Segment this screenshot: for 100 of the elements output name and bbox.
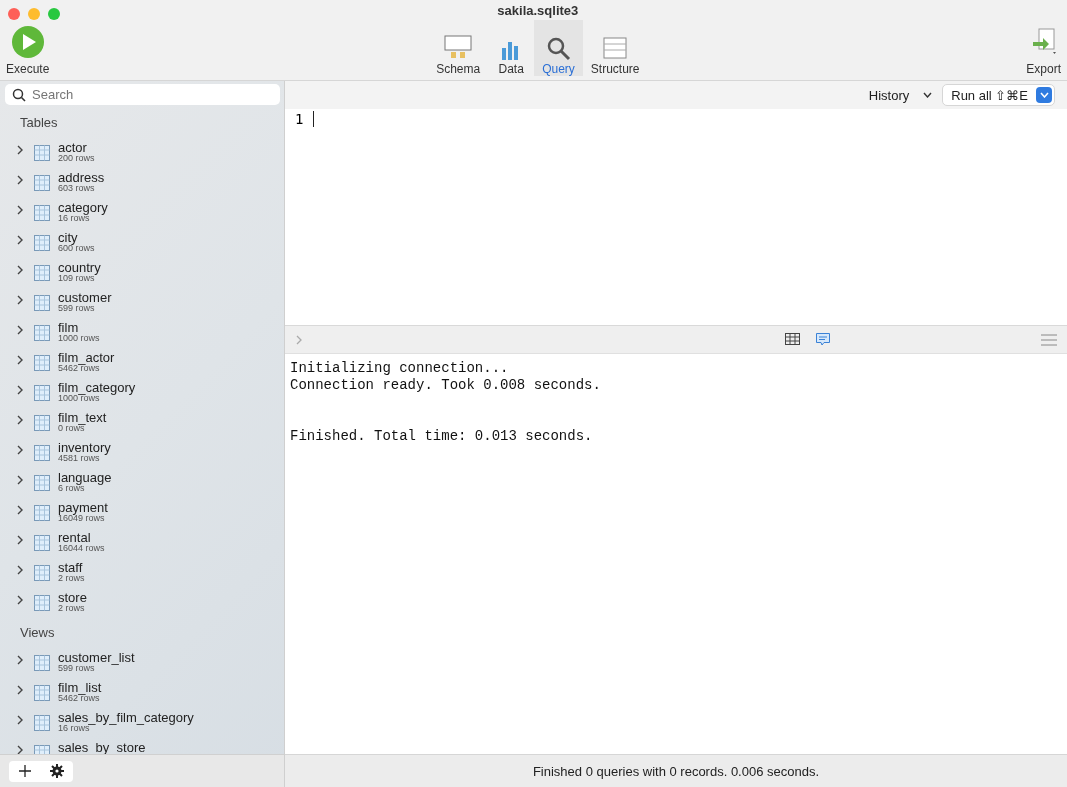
table-name[interactable]: customer bbox=[58, 291, 112, 304]
chevron-icon[interactable] bbox=[16, 595, 24, 605]
row-count: 2 rows bbox=[58, 604, 86, 613]
status-text: Finished 0 queries with 0 records. 0.006 seconds. bbox=[532, 763, 820, 779]
row-count: 599 rows bbox=[58, 304, 96, 313]
chevron-icon[interactable] bbox=[16, 235, 24, 245]
grid-view-button[interactable] bbox=[784, 333, 800, 346]
table-icon bbox=[34, 295, 50, 311]
search-icon bbox=[12, 88, 26, 102]
table-name[interactable]: staff bbox=[58, 561, 85, 574]
chevron-icon[interactable] bbox=[16, 145, 24, 155]
output-log: Initializing connection... Connection ready. Took 0.008 seconds. Finished. Total time: 0.013 seconds. bbox=[290, 360, 601, 445]
table-name[interactable]: store bbox=[58, 591, 87, 604]
chevron-icon[interactable] bbox=[16, 325, 24, 335]
table-icon bbox=[34, 355, 50, 371]
chevron-icon[interactable] bbox=[16, 355, 24, 365]
table-icon bbox=[34, 565, 50, 581]
table-name[interactable]: address bbox=[58, 171, 105, 184]
table-name[interactable]: rental bbox=[58, 531, 105, 544]
chevron-icon[interactable] bbox=[16, 655, 24, 665]
chevron-down-icon[interactable] bbox=[1036, 87, 1052, 103]
row-count: 6 rows bbox=[58, 484, 85, 493]
history-dropdown[interactable]: History bbox=[868, 87, 933, 103]
section-heading: Views bbox=[19, 624, 56, 642]
row-count: 109 rows bbox=[58, 274, 95, 283]
row-count: 4581 rows bbox=[58, 454, 100, 463]
chevron-icon[interactable] bbox=[16, 475, 24, 485]
row-count: 200 rows bbox=[58, 154, 95, 163]
close-button[interactable] bbox=[8, 8, 20, 20]
table-name[interactable]: film_category bbox=[58, 381, 136, 394]
table-icon bbox=[34, 655, 50, 671]
chevron-icon[interactable] bbox=[16, 685, 24, 695]
row-count: 1000 rows bbox=[58, 334, 100, 343]
text-cursor bbox=[313, 111, 315, 127]
row-count: 5462 rows bbox=[58, 694, 100, 703]
chevron-icon[interactable] bbox=[16, 205, 24, 215]
chevron-icon[interactable] bbox=[16, 295, 24, 305]
row-count: 1000 rows bbox=[58, 394, 100, 403]
row-count: 5462 rows bbox=[58, 364, 100, 373]
chevron-icon[interactable] bbox=[16, 175, 24, 185]
toolbar-tab[interactable]: Structure bbox=[582, 20, 648, 76]
section-heading: Tables bbox=[19, 114, 59, 132]
table-name[interactable]: customer_list bbox=[58, 651, 135, 664]
chevron-icon[interactable] bbox=[16, 535, 24, 545]
table-icon bbox=[34, 505, 50, 521]
chevron-icon[interactable] bbox=[16, 715, 24, 725]
table-icon bbox=[34, 175, 50, 191]
table-icon bbox=[34, 145, 50, 161]
row-count: 16049 rows bbox=[58, 514, 105, 523]
chevron-down-icon bbox=[923, 92, 933, 98]
table-name[interactable]: film_actor bbox=[58, 351, 115, 364]
window-title: sakila.sqlite3 bbox=[497, 3, 579, 18]
table-icon bbox=[34, 475, 50, 491]
table-icon bbox=[34, 445, 50, 461]
table-name[interactable]: inventory bbox=[58, 441, 111, 454]
table-name[interactable]: country bbox=[58, 261, 101, 274]
chevron-icon[interactable] bbox=[16, 265, 24, 275]
row-count: 16 rows bbox=[58, 214, 90, 223]
row-count: 2 rows bbox=[58, 574, 85, 583]
search-field[interactable]: Search bbox=[5, 84, 280, 105]
table-name[interactable]: actor bbox=[58, 141, 95, 154]
table-icon bbox=[34, 205, 50, 221]
table-name[interactable]: film_list bbox=[58, 681, 102, 694]
table-icon bbox=[34, 325, 50, 341]
table-icon bbox=[34, 415, 50, 431]
line-number: 1 bbox=[295, 111, 304, 127]
table-icon bbox=[34, 235, 50, 251]
table-icon bbox=[34, 595, 50, 611]
row-count: 16 rows bbox=[58, 724, 90, 733]
chevron-icon[interactable] bbox=[16, 385, 24, 395]
chevron-icon[interactable] bbox=[16, 505, 24, 515]
row-count: 599 rows bbox=[58, 664, 95, 673]
table-name[interactable]: payment bbox=[58, 501, 108, 514]
table-name[interactable]: category bbox=[58, 201, 108, 214]
row-count: 0 rows bbox=[58, 424, 85, 433]
table-name[interactable]: city bbox=[58, 231, 95, 244]
row-count: 16044 rows bbox=[58, 544, 105, 553]
execute-button[interactable]: Execute bbox=[6, 25, 50, 76]
table-name[interactable]: sales_by_film_category bbox=[58, 711, 194, 724]
toolbar-tab[interactable]: Data bbox=[488, 20, 535, 76]
table-name[interactable]: sales_by_store bbox=[58, 741, 146, 754]
chevron-icon[interactable] bbox=[16, 445, 24, 455]
table-name[interactable]: film bbox=[58, 321, 100, 334]
row-count: 600 rows bbox=[58, 244, 95, 253]
text-view-button[interactable] bbox=[815, 333, 830, 346]
table-icon bbox=[34, 265, 50, 281]
gear-icon bbox=[50, 764, 64, 778]
chevron-icon[interactable] bbox=[16, 565, 24, 575]
toolbar-tab[interactable]: Schema bbox=[428, 20, 489, 76]
export-button[interactable]: Export bbox=[1026, 26, 1061, 76]
plus-icon bbox=[19, 765, 31, 777]
toolbar-tab[interactable]: Query bbox=[534, 20, 583, 76]
row-count: 603 rows bbox=[58, 184, 96, 193]
play-icon bbox=[10, 25, 45, 59]
table-name[interactable]: language bbox=[58, 471, 112, 484]
table-name[interactable]: film_text bbox=[58, 411, 107, 424]
run-all-button[interactable]: Run all ⇧⌘E bbox=[942, 84, 1055, 106]
table-icon bbox=[34, 385, 50, 401]
table-icon bbox=[34, 715, 50, 731]
chevron-icon[interactable] bbox=[16, 415, 24, 425]
